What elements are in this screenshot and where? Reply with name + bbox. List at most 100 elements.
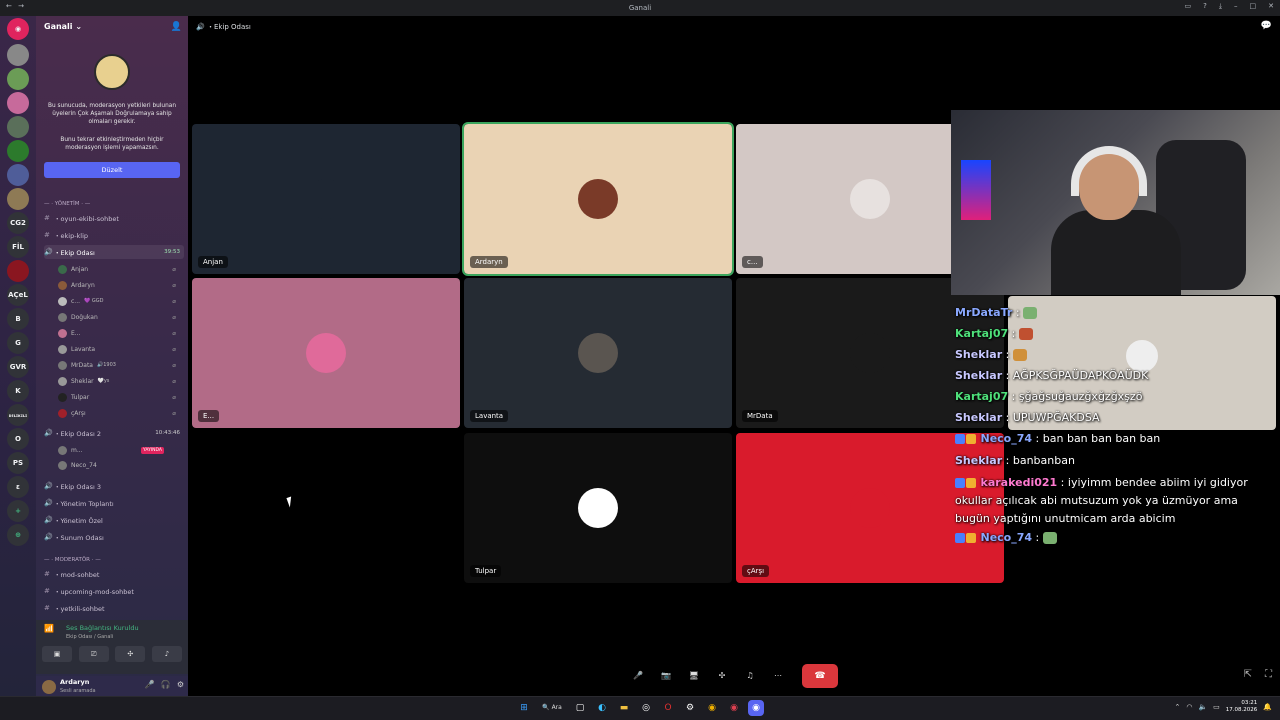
wifi-icon[interactable]: ◠ (1186, 703, 1192, 711)
mic-toggle-button[interactable]: 🎤 (628, 667, 648, 685)
battery-icon[interactable]: ▭ (1213, 703, 1220, 711)
voice-channel-ekip-odasi-2[interactable]: 🔊 ・Ekip Odası 2 10:43:46 (44, 426, 184, 440)
search-button[interactable]: 🔍 Ara (538, 700, 566, 716)
server-text-8[interactable]: ᴅᴇʟɪᴋɪʟɪ (7, 404, 29, 426)
server-text-9[interactable]: O (7, 428, 29, 450)
video-tile[interactable]: E... (192, 278, 460, 428)
voice-user[interactable]: Ardaryn ⌀ (58, 278, 182, 292)
server-text-6[interactable]: GVR (7, 356, 29, 378)
chat-toggle-icon[interactable]: 💬 (1261, 21, 1272, 31)
category-moderator[interactable]: — · MODERATÖR · — (44, 553, 184, 567)
task-view-icon[interactable]: ▢ (572, 700, 588, 716)
folder-icon[interactable]: ▬ (616, 700, 632, 716)
screen-share-button[interactable]: ⎚ (78, 646, 109, 662)
windows-start-icon[interactable]: ⊞ (516, 700, 532, 716)
opera-icon[interactable]: O (660, 700, 676, 716)
fullscreen-icon[interactable]: ⛶ (1265, 669, 1272, 680)
voice-channel-ekip-odasi[interactable]: 🔊 ・Ekip Odası 39:53 (44, 245, 184, 259)
server-text-7[interactable]: K (7, 380, 29, 402)
camera-off-button[interactable]: ▣ (42, 646, 72, 662)
server-avatar-6[interactable] (7, 164, 29, 186)
user-name: Neco_74 (71, 461, 97, 469)
help-icon[interactable]: ? (1203, 2, 1207, 11)
tray-chevron-icon[interactable]: ⌃ (1174, 703, 1180, 711)
soundboard-button[interactable]: ♫ (740, 667, 760, 685)
maximize-button[interactable]: □ (1250, 2, 1257, 11)
edge-icon[interactable]: ◐ (594, 700, 610, 716)
voice-user[interactable]: c... 💜 GGD ⌀ (58, 294, 182, 308)
clock[interactable]: 03:21 17.08.2026 (1226, 700, 1258, 714)
voice-channel-yonetim-ozel[interactable]: 🔊 ・Yönetim Özel (44, 513, 184, 527)
notification-icon[interactable]: 🔔 (1263, 703, 1272, 711)
voice-user[interactable]: Lavanta ⌀ (58, 342, 182, 356)
server-text-1[interactable]: CG2 (7, 212, 29, 234)
volume-icon[interactable]: 🔈 (1198, 703, 1207, 711)
voice-user[interactable]: m... YAYINDA (58, 443, 182, 457)
server-text-3[interactable]: AÇeL (7, 284, 29, 306)
voice-channel-ekip-odasi-3[interactable]: 🔊 ・Ekip Odası 3 (44, 479, 184, 493)
soundboard-button[interactable]: ♪ (151, 646, 182, 662)
inbox-icon[interactable]: ▭ (1185, 2, 1192, 11)
activities-button[interactable]: ✣ (712, 667, 732, 685)
minimize-button[interactable]: – (1234, 2, 1238, 11)
download-icon[interactable]: ⤓ (1219, 2, 1222, 11)
voice-user[interactable]: Neco_74 (58, 458, 182, 472)
voice-user[interactable]: çArşı ⌀ (58, 406, 182, 420)
headphones-icon[interactable]: 🎧 (161, 680, 171, 689)
video-tile[interactable]: Lavanta (464, 278, 732, 428)
gear-icon[interactable]: ⚙ (177, 680, 184, 689)
video-tile[interactable]: Tulpar (464, 433, 732, 583)
voice-user[interactable]: E... ⌀ (58, 326, 182, 340)
channel-oyun-ekibi-sohbet[interactable]: # ・oyun-ekibi-sohbet (44, 211, 184, 225)
camera-toggle-button[interactable]: 📷 (656, 667, 676, 685)
window-controls[interactable]: ▭ ? ⤓ – □ ✕ (1185, 2, 1274, 11)
mic-icon[interactable]: 🎤 (145, 680, 155, 689)
server-avatar-1[interactable] (7, 44, 29, 66)
voice-channel-sunum-odasi[interactable]: 🔊 ・Sunum Odası (44, 530, 184, 544)
popout-icon[interactable]: ⇱ (1244, 669, 1252, 680)
discord-home-icon[interactable]: ◉ (7, 18, 29, 40)
server-text-5[interactable]: G (7, 332, 29, 354)
server-avatar-5[interactable] (7, 140, 29, 162)
channel-mod-sohbet[interactable]: # ・mod-sohbet (44, 567, 184, 581)
screen-share-button[interactable]: 🖥 (684, 667, 704, 685)
chat-message: karakedi021 : iyiyimm bendee abiim iyi g… (955, 476, 1248, 525)
server-avatar-4[interactable] (7, 116, 29, 138)
server-text-10[interactable]: PS (7, 452, 29, 474)
channel-upcoming-mod-sohbet[interactable]: # ・upcoming-mod-sohbet (44, 584, 184, 598)
voice-channel-yonetim-toplanti[interactable]: 🔊 ・Yönetim Toplantı (44, 496, 184, 510)
close-button[interactable]: ✕ (1268, 2, 1274, 11)
disconnect-button[interactable]: ☎ (802, 664, 838, 688)
server-name[interactable]: Ganali ⌄ (44, 22, 82, 31)
server-avatar-7[interactable] (7, 188, 29, 210)
voice-user[interactable]: Anjan ⌀ (58, 262, 182, 276)
add-server-icon[interactable]: + (7, 500, 29, 522)
video-tile[interactable]: Ardaryn (462, 122, 734, 276)
settings-icon[interactable]: ⚙ (682, 700, 698, 716)
more-button[interactable]: ⋯ (768, 667, 788, 685)
voice-user[interactable]: Tulpar ⌀ (58, 390, 182, 404)
server-avatar-2[interactable] (7, 68, 29, 90)
explore-icon[interactable]: ⊕ (7, 524, 29, 546)
discord-taskbar-icon[interactable]: ◉ (748, 700, 764, 716)
voice-location[interactable]: Ekip Odası / Ganali (66, 634, 113, 640)
fix-button[interactable]: Düzelt (44, 162, 180, 178)
voice-user[interactable]: Sheklar 🤍ys ⌀ (58, 374, 182, 388)
server-avatar-8[interactable] (7, 260, 29, 282)
add-member-icon[interactable]: 👤 (171, 22, 182, 32)
server-text-2[interactable]: FİL (7, 236, 29, 258)
app-icon[interactable]: ◉ (726, 700, 742, 716)
video-tile[interactable]: Anjan (192, 124, 460, 274)
channel-ekip-klip[interactable]: # ・ekip-klip (44, 228, 184, 242)
server-text-11[interactable]: ε (7, 476, 29, 498)
activities-button[interactable]: ✣ (115, 646, 146, 662)
category-yonetim[interactable]: — · YÖNETİM · — (44, 197, 184, 211)
server-text-4[interactable]: B (7, 308, 29, 330)
steam-icon[interactable]: ◎ (638, 700, 654, 716)
chrome-icon[interactable]: ◉ (704, 700, 720, 716)
server-avatar-3[interactable] (7, 92, 29, 114)
voice-user[interactable]: Doğukan ⌀ (58, 310, 182, 324)
voice-user[interactable]: MrData 🔊1903 ⌀ (58, 358, 182, 372)
channel-yetkili-sohbet[interactable]: # ・yetkili-sohbet (44, 601, 184, 615)
avatar[interactable] (42, 680, 56, 694)
